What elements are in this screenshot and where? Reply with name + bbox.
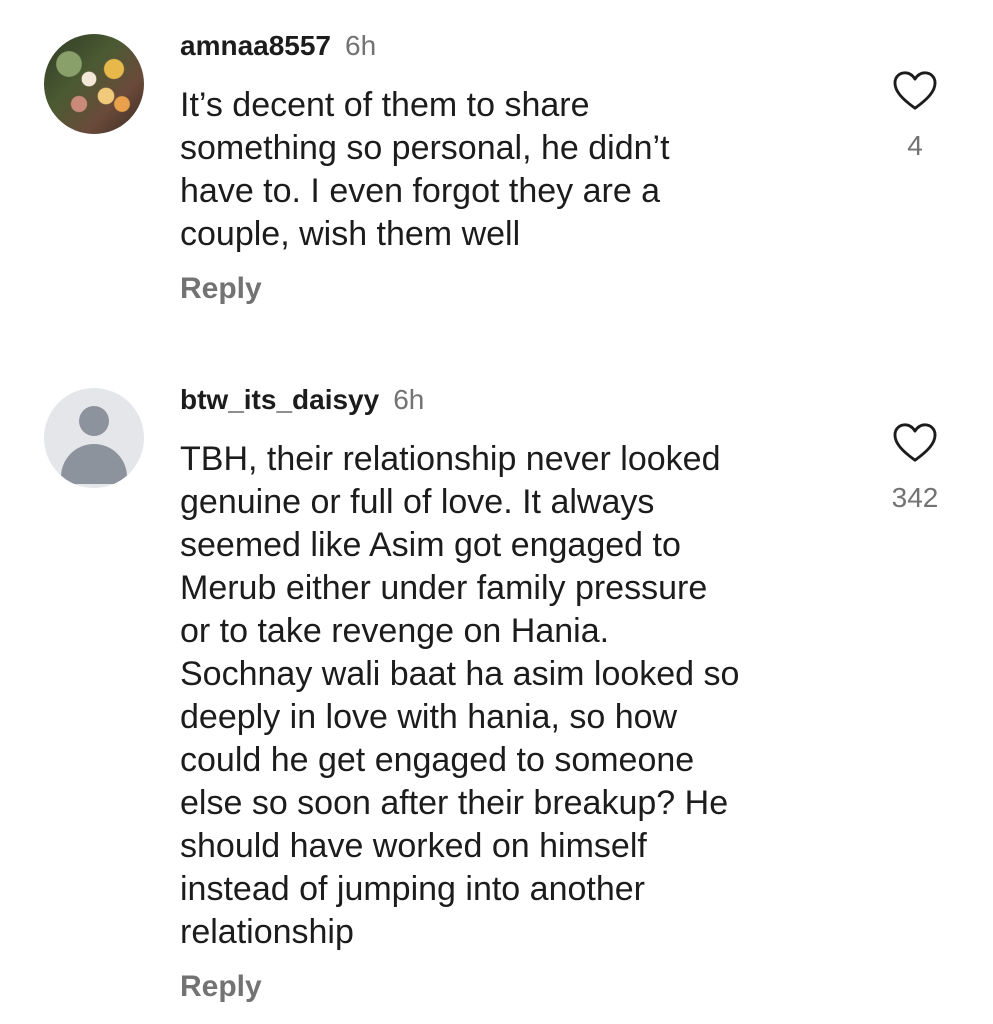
like-count: 4: [907, 130, 923, 161]
like-control: 4: [870, 70, 960, 162]
avatar-head: [79, 406, 109, 436]
comment-line: genuine or full of love. It always: [180, 483, 655, 521]
comment-item: amnaa8557 6h It’s decent of them to share…: [0, 0, 993, 340]
comment-line: relationship: [180, 913, 354, 951]
like-count: 342: [891, 482, 939, 513]
comment-line: couple, wish them well: [180, 215, 521, 253]
avatar[interactable]: [44, 34, 144, 134]
comment-line: could he get engaged to someone: [180, 741, 695, 779]
comment-line: deeply in love with hania, so how: [180, 698, 678, 736]
comment-meta: btw_its_daisyy 6h: [180, 382, 424, 418]
comment-line: seemed like Asim got engaged to: [180, 526, 681, 564]
avatar-body: [61, 444, 127, 484]
heart-icon[interactable]: [892, 70, 938, 112]
comment-text: TBH, their relationship never looked gen…: [180, 438, 840, 954]
comment-line: or to take revenge on Hania.: [180, 612, 610, 650]
comment-line: something so personal, he didn’t: [180, 129, 670, 167]
username[interactable]: btw_its_daisyy: [180, 384, 379, 415]
comment-line: else so soon after their breakup? He: [180, 784, 729, 822]
reply-button[interactable]: Reply: [180, 272, 262, 306]
comment-line: instead of jumping into another: [180, 870, 645, 908]
heart-icon[interactable]: [892, 422, 938, 464]
reply-button[interactable]: Reply: [180, 970, 262, 1004]
like-control: 342: [870, 422, 960, 514]
username[interactable]: amnaa8557: [180, 30, 331, 61]
comment-line: have to. I even forgot they are a: [180, 172, 661, 210]
comment-line: TBH, their relationship never looked: [180, 440, 721, 478]
timestamp: 6h: [393, 384, 425, 415]
comment-line: Merub either under family pressure: [180, 569, 708, 607]
comment-line: should have worked on himself: [180, 827, 647, 865]
comment-line: It’s decent of them to share: [180, 86, 590, 124]
timestamp: 6h: [345, 30, 377, 61]
comment-text: It’s decent of them to share something s…: [180, 84, 840, 256]
comment-item: btw_its_daisyy 6h TBH, their relationship…: [0, 360, 993, 1024]
comment-line: Sochnay wali baat ha asim looked so: [180, 655, 740, 693]
default-avatar-icon[interactable]: [44, 388, 144, 488]
comment-meta: amnaa8557 6h: [180, 28, 376, 64]
